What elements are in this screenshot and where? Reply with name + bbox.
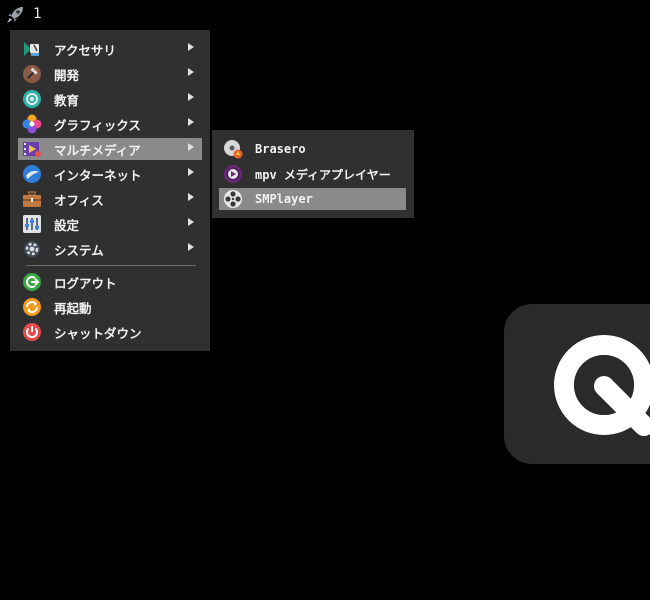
submenu-item-mpv[interactable]: mpv メディアプレイヤー bbox=[219, 163, 406, 185]
q-logo-icon bbox=[554, 335, 650, 436]
system-gear-icon bbox=[22, 239, 42, 259]
menu-item-graphics[interactable]: グラフィックス bbox=[18, 113, 202, 135]
application-menu: アクセサリ 開発 教育 グラフィックス マルチメディア インターネット オフィス… bbox=[10, 30, 210, 351]
submenu-arrow-icon bbox=[188, 118, 194, 126]
menu-separator bbox=[26, 265, 196, 266]
multimedia-icon bbox=[22, 139, 42, 159]
menu-item-education[interactable]: 教育 bbox=[18, 88, 202, 110]
submenu-arrow-icon bbox=[188, 218, 194, 226]
submenu-arrow-icon bbox=[188, 43, 194, 51]
menu-item-reboot[interactable]: 再起動 bbox=[18, 296, 202, 318]
menu-item-label: 設定 bbox=[54, 217, 80, 233]
reboot-icon bbox=[22, 297, 42, 317]
menu-item-shutdown[interactable]: シャットダウン bbox=[18, 321, 202, 343]
menu-item-label: マルチメディア bbox=[54, 142, 141, 158]
smplayer-icon bbox=[223, 189, 243, 209]
menu-item-label: インターネット bbox=[54, 167, 142, 183]
settings-icon bbox=[22, 214, 42, 234]
submenu-item-brasero[interactable]: Brasero bbox=[219, 138, 406, 160]
multimedia-submenu: Brasero mpv メディアプレイヤー SMPlayer bbox=[212, 130, 414, 218]
desktop-logo bbox=[504, 304, 650, 464]
submenu-arrow-icon bbox=[188, 68, 194, 76]
menu-item-system[interactable]: システム bbox=[18, 238, 202, 260]
logout-icon bbox=[22, 272, 42, 292]
submenu-item-smplayer[interactable]: SMPlayer bbox=[219, 188, 406, 210]
menu-item-label: 再起動 bbox=[54, 300, 92, 316]
menu-item-label: システム bbox=[54, 242, 104, 258]
menu-item-office[interactable]: オフィス bbox=[18, 188, 202, 210]
submenu-item-label: Brasero bbox=[255, 142, 306, 156]
internet-icon bbox=[22, 164, 42, 184]
menu-item-logout[interactable]: ログアウト bbox=[18, 271, 202, 293]
accessories-icon bbox=[22, 39, 42, 59]
menu-item-label: シャットダウン bbox=[54, 325, 142, 341]
submenu-arrow-icon bbox=[188, 168, 194, 176]
development-hammer-icon bbox=[22, 64, 42, 84]
menu-item-internet[interactable]: インターネット bbox=[18, 163, 202, 185]
shutdown-icon bbox=[22, 322, 42, 342]
menu-item-label: ログアウト bbox=[54, 275, 117, 291]
submenu-arrow-icon bbox=[188, 93, 194, 101]
mpv-icon bbox=[223, 164, 243, 184]
menu-item-label: オフィス bbox=[54, 192, 104, 208]
office-briefcase-icon bbox=[22, 189, 42, 209]
menu-item-development[interactable]: 開発 bbox=[18, 63, 202, 85]
rocket-icon[interactable] bbox=[4, 4, 26, 26]
education-icon bbox=[22, 89, 42, 109]
submenu-item-label: SMPlayer bbox=[255, 192, 313, 206]
menu-item-accessories[interactable]: アクセサリ bbox=[18, 38, 202, 60]
submenu-arrow-icon bbox=[188, 143, 194, 151]
graphics-icon bbox=[22, 114, 42, 134]
menu-item-label: アクセサリ bbox=[54, 42, 116, 58]
menu-item-settings[interactable]: 設定 bbox=[18, 213, 202, 235]
brasero-disc-icon bbox=[223, 139, 243, 159]
submenu-arrow-icon bbox=[188, 193, 194, 201]
desktop: 1 アクセサリ 開発 教育 グラフィックス マルチメディア インターネット オフ… bbox=[0, 0, 650, 600]
menu-item-label: 教育 bbox=[54, 92, 80, 108]
menu-item-multimedia[interactable]: マルチメディア bbox=[18, 138, 202, 160]
workspace-indicator[interactable]: 1 bbox=[33, 6, 42, 22]
submenu-item-label: mpv メディアプレイヤー bbox=[255, 167, 391, 182]
submenu-arrow-icon bbox=[188, 243, 194, 251]
menu-item-label: グラフィックス bbox=[54, 117, 141, 133]
menu-item-label: 開発 bbox=[54, 67, 80, 83]
